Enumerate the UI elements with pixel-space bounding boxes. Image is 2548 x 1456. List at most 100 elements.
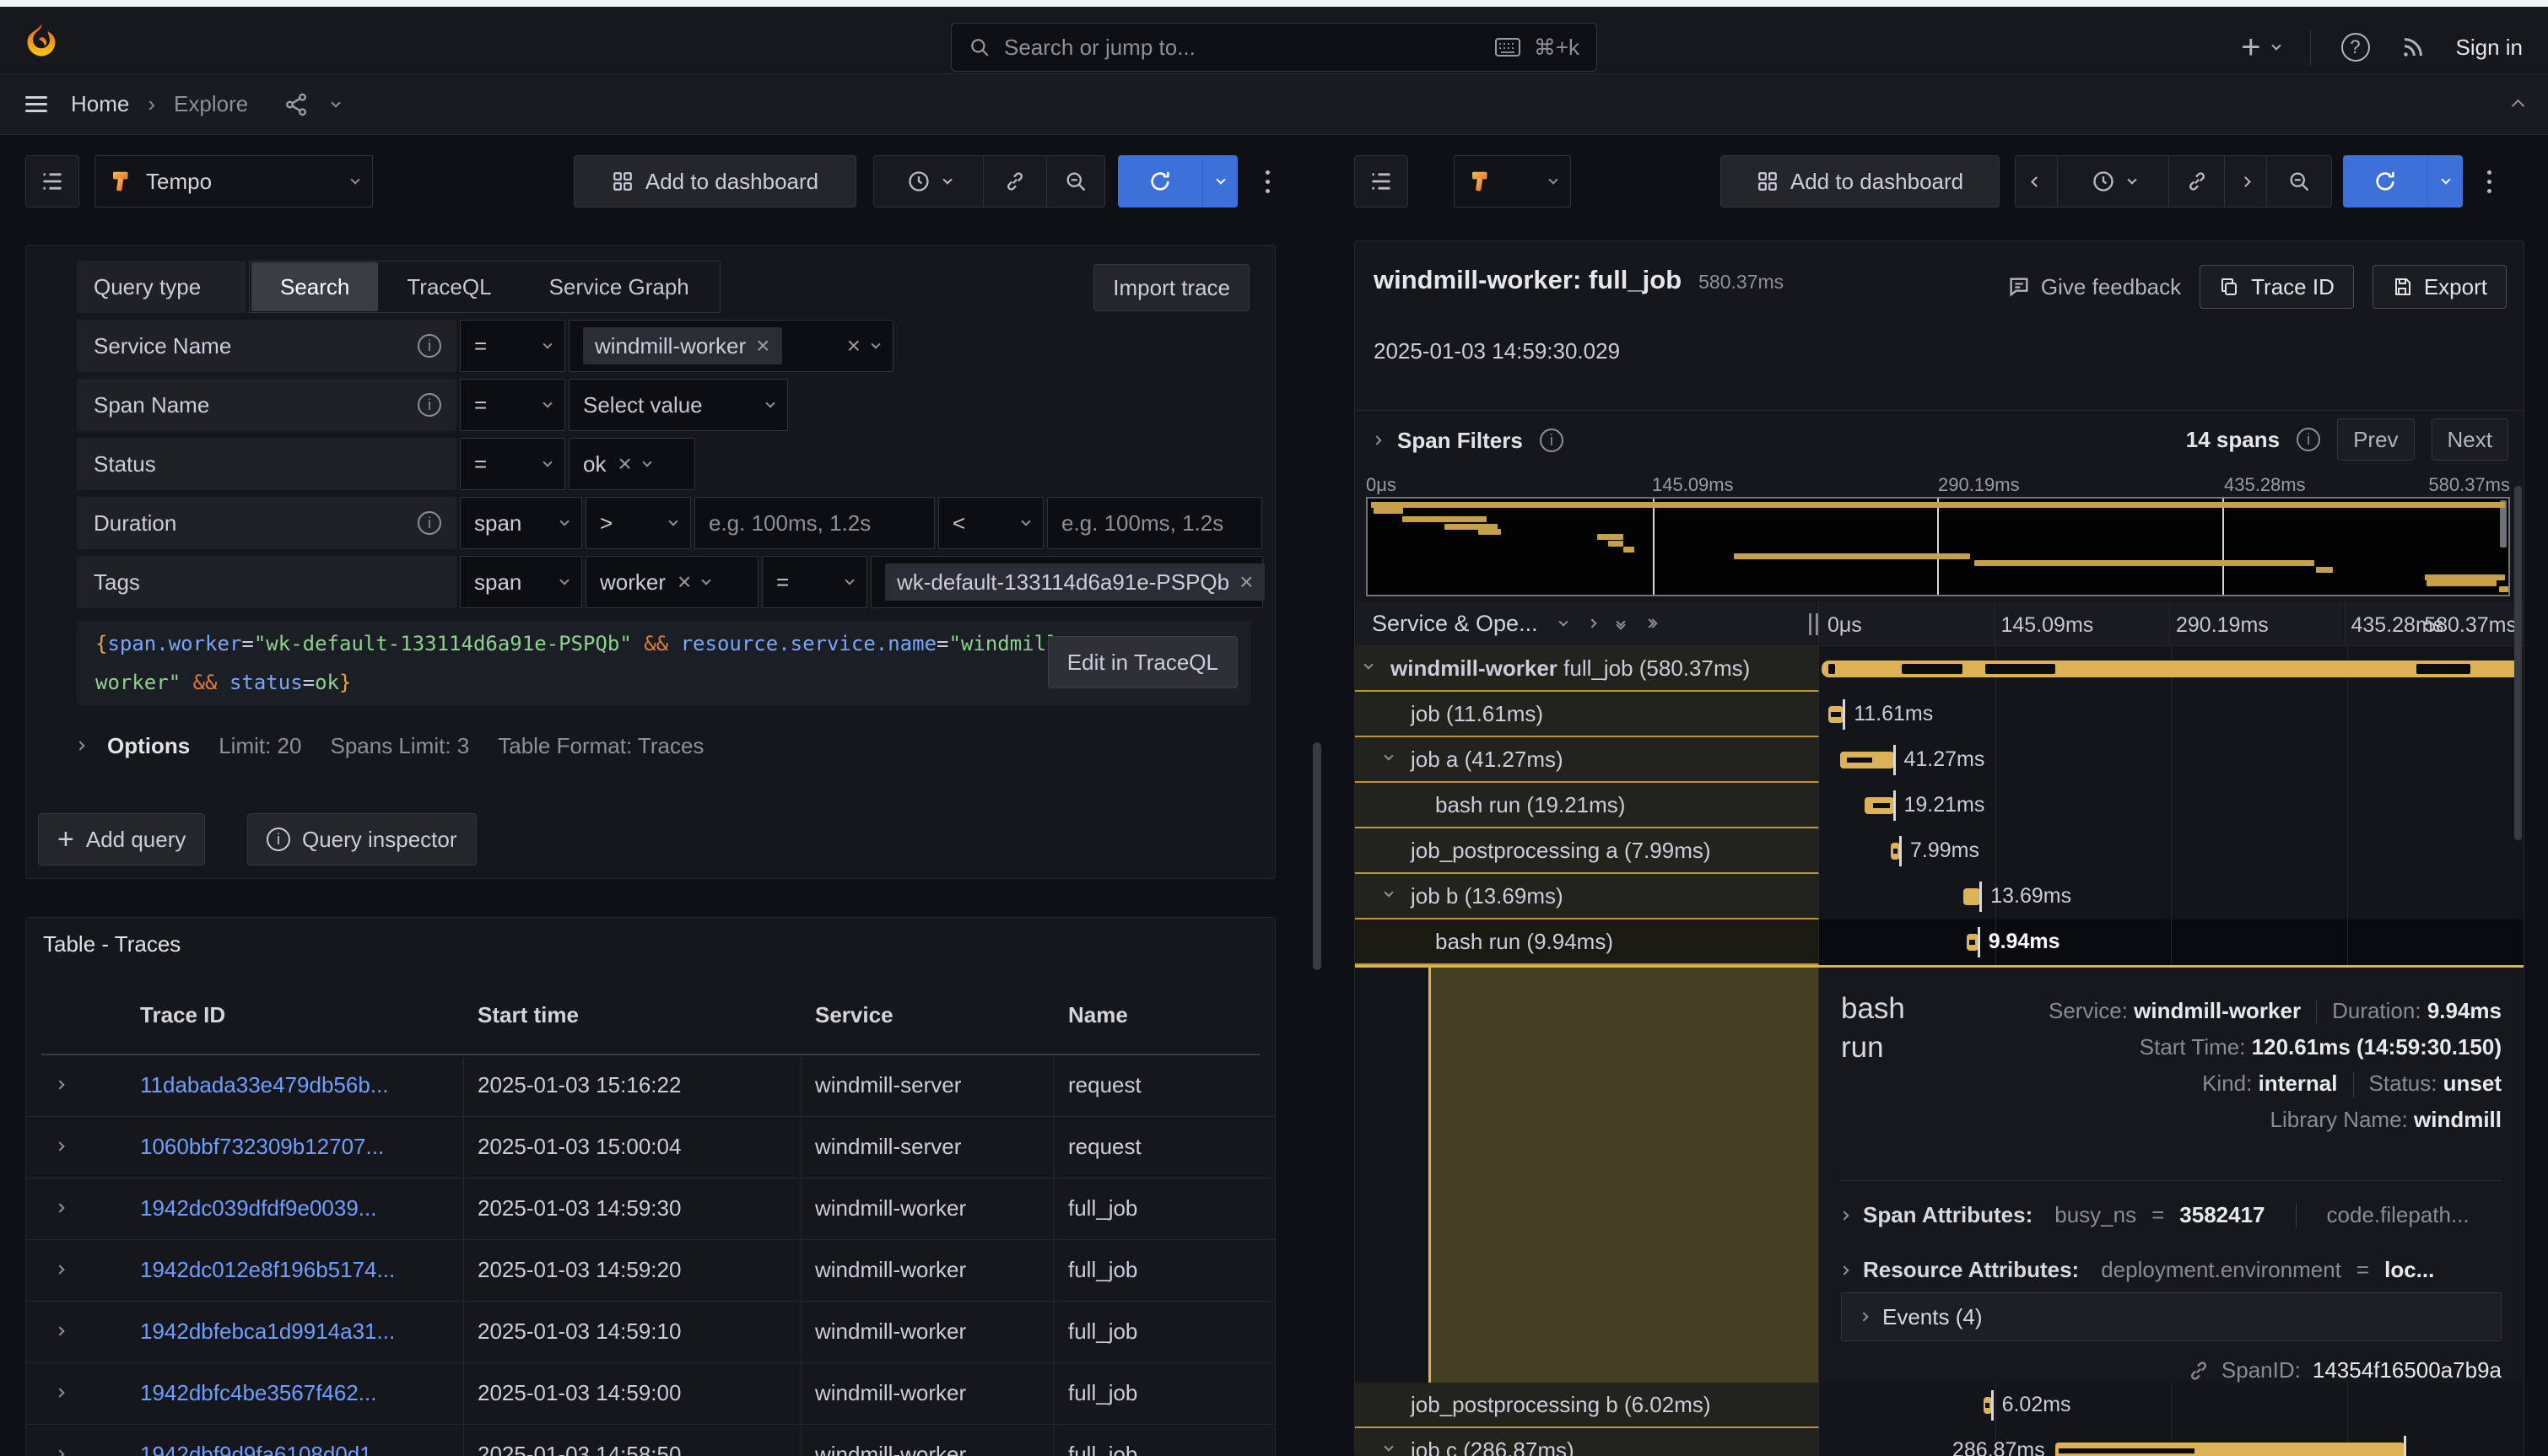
trace-id-link[interactable]: 1942dbfc4be3567f462... <box>140 1380 452 1406</box>
span-bar[interactable] <box>1840 752 1893 768</box>
share-icon[interactable] <box>283 92 309 117</box>
col-start-time[interactable]: Start time <box>478 1002 579 1028</box>
row-expand-icon[interactable] <box>55 1080 64 1089</box>
zoom-out-button[interactable] <box>1046 155 1105 208</box>
collapse-all-icon[interactable] <box>1617 618 1624 628</box>
remove-icon[interactable]: × <box>677 570 691 594</box>
time-shift-back-icon[interactable] <box>2015 155 2057 208</box>
trace-id-link[interactable]: 1942dc012e8f196b5174... <box>140 1257 452 1283</box>
table-row[interactable]: 1942dbfebca1d9914a31...2025-01-03 14:59:… <box>26 1302 1275 1363</box>
tags-value[interactable]: wk-default-133114d6a91e-PSPQb× <box>871 556 1263 608</box>
tags-scope[interactable]: span <box>460 556 582 608</box>
remove-icon[interactable]: × <box>618 452 631 476</box>
span-timeline-cell[interactable]: 6.02ms <box>1819 1383 2524 1428</box>
status-operator[interactable]: = <box>460 438 565 490</box>
span-timeline-cell[interactable]: 13.69ms <box>1819 874 2524 919</box>
row-expand-icon[interactable] <box>55 1141 64 1151</box>
give-feedback-link[interactable]: Give feedback <box>2007 274 2181 300</box>
trace-id-button[interactable]: Trace ID <box>2200 265 2354 309</box>
expand-all-icon[interactable] <box>1646 620 1656 627</box>
span-name-operator[interactable]: = <box>460 379 565 431</box>
run-query-dropdown[interactable] <box>1202 155 1238 208</box>
trace-id-link[interactable]: 1060bbf732309b12707... <box>140 1134 452 1160</box>
service-operation-header[interactable]: Service & Ope... <box>1372 611 1538 637</box>
collapse-panel-icon[interactable] <box>2512 100 2525 113</box>
span-attributes-row[interactable]: Span Attributes: busy_ns = 3582417 code.… <box>1841 1202 2515 1228</box>
add-query-button[interactable]: + Add query <box>38 813 205 866</box>
duration-scope[interactable]: span <box>460 497 582 549</box>
trace-id-link[interactable]: 1942dbfebca1d9914a31... <box>140 1318 452 1345</box>
col-name[interactable]: Name <box>1068 1002 1128 1028</box>
span-name-cell[interactable]: job a (41.27ms) <box>1355 737 1819 783</box>
span-filters[interactable]: Span Filters i <box>1374 410 1563 471</box>
run-query-button[interactable] <box>1118 155 1202 208</box>
span-name-cell[interactable]: job b (13.69ms) <box>1355 874 1819 919</box>
span-bar[interactable] <box>2055 1443 2405 1456</box>
clear-icon[interactable]: × <box>847 334 861 358</box>
new-menu-button[interactable]: + <box>2241 30 2279 64</box>
row-expand-icon[interactable] <box>55 1203 64 1212</box>
add-to-dashboard-button[interactable]: Add to dashboard <box>1720 155 2000 208</box>
span-timeline-cell[interactable]: 286.87ms <box>1819 1428 2524 1456</box>
row-expand-icon[interactable] <box>55 1388 64 1397</box>
table-row[interactable]: 11dabada33e479db56b...2025-01-03 15:16:2… <box>26 1055 1275 1117</box>
remove-icon[interactable]: × <box>756 334 769 358</box>
span-bar[interactable] <box>1967 934 1978 951</box>
add-to-dashboard-button[interactable]: Add to dashboard <box>574 155 856 208</box>
trace-scrollbar[interactable] <box>2514 486 2522 840</box>
span-id-value[interactable]: 14354f16500a7b9a <box>2313 1357 2502 1383</box>
left-scrollbar[interactable] <box>1313 742 1321 970</box>
events-expander[interactable]: Events (4) <box>1841 1292 2502 1341</box>
zoom-out-button[interactable] <box>2266 155 2332 208</box>
tab-search[interactable]: Search <box>251 262 378 311</box>
service-name-value[interactable]: windmill-worker× × <box>569 320 893 372</box>
span-timeline-cell[interactable] <box>1819 646 2524 692</box>
run-query-dropdown[interactable] <box>2427 155 2463 208</box>
edit-in-traceql-button[interactable]: Edit in TraceQL <box>1048 636 1238 688</box>
span-name-cell[interactable]: job_postprocessing a (7.99ms) <box>1355 828 1819 874</box>
datasource-picker[interactable] <box>1454 155 1571 208</box>
span-name-cell[interactable]: bash run (9.94ms) <box>1355 919 1819 965</box>
chevron-down-icon[interactable] <box>1558 617 1568 626</box>
row-expand-icon[interactable] <box>55 1449 64 1456</box>
span-bar[interactable] <box>1822 661 2520 677</box>
time-picker-button[interactable] <box>873 155 983 208</box>
col-service[interactable]: Service <box>815 1002 893 1028</box>
minimap-canvas[interactable] <box>1366 497 2510 596</box>
span-name-cell[interactable]: bash run (19.21ms) <box>1355 783 1819 828</box>
link-split-button[interactable] <box>983 155 1046 208</box>
span-bar[interactable] <box>1828 706 1844 723</box>
duration-min-input[interactable]: e.g. 100ms, 1.2s <box>694 497 935 549</box>
resource-attributes-row[interactable]: Resource Attributes: deployment.environm… <box>1841 1257 2515 1283</box>
span-timeline-cell[interactable]: 11.61ms <box>1819 692 2524 737</box>
remove-icon[interactable]: × <box>1239 570 1253 594</box>
breadcrumb-home[interactable]: Home <box>71 91 129 117</box>
panel-menu-icon[interactable] <box>2474 155 2504 208</box>
span-name-cell[interactable]: windmill-worker full_job (580.37ms) <box>1355 646 1819 692</box>
datasource-picker[interactable]: Tempo <box>94 155 373 208</box>
tags-key[interactable]: worker× <box>586 556 758 608</box>
table-row[interactable]: 1942dbfc4be3567f462...2025-01-03 14:59:0… <box>26 1363 1275 1425</box>
sign-in-link[interactable]: Sign in <box>2456 35 2524 61</box>
duration-op-max[interactable]: < <box>938 497 1044 549</box>
prev-button[interactable]: Prev <box>2337 418 2414 461</box>
duration-max-input[interactable]: e.g. 100ms, 1.2s <box>1047 497 1262 549</box>
news-rss-icon[interactable] <box>2400 35 2426 60</box>
value-chip[interactable]: windmill-worker× <box>583 327 782 364</box>
span-name-cell[interactable]: job (11.61ms) <box>1355 692 1819 737</box>
span-timeline-cell[interactable]: 41.27ms <box>1819 737 2524 783</box>
breadcrumb-page[interactable]: Explore <box>174 91 248 117</box>
run-query-button[interactable] <box>2343 155 2427 208</box>
trace-id-link[interactable]: 11dabada33e479db56b... <box>140 1072 452 1098</box>
query-inspector-button[interactable]: i Query inspector <box>247 813 477 866</box>
duration-op-min[interactable]: > <box>586 497 691 549</box>
table-row[interactable]: 1060bbf732309b12707...2025-01-03 15:00:0… <box>26 1117 1275 1178</box>
span-name-cell[interactable]: job c (286.87ms) <box>1355 1428 1819 1456</box>
tab-traceql[interactable]: TraceQL <box>378 262 520 311</box>
row-expand-icon[interactable] <box>55 1326 64 1335</box>
export-button[interactable]: Export <box>2373 265 2507 309</box>
panel-menu-icon[interactable] <box>1252 155 1282 208</box>
next-button[interactable]: Next <box>2432 418 2508 461</box>
tab-service-graph[interactable]: Service Graph <box>521 262 718 311</box>
global-search[interactable]: Search or jump to... ⌘+k <box>951 23 1597 72</box>
